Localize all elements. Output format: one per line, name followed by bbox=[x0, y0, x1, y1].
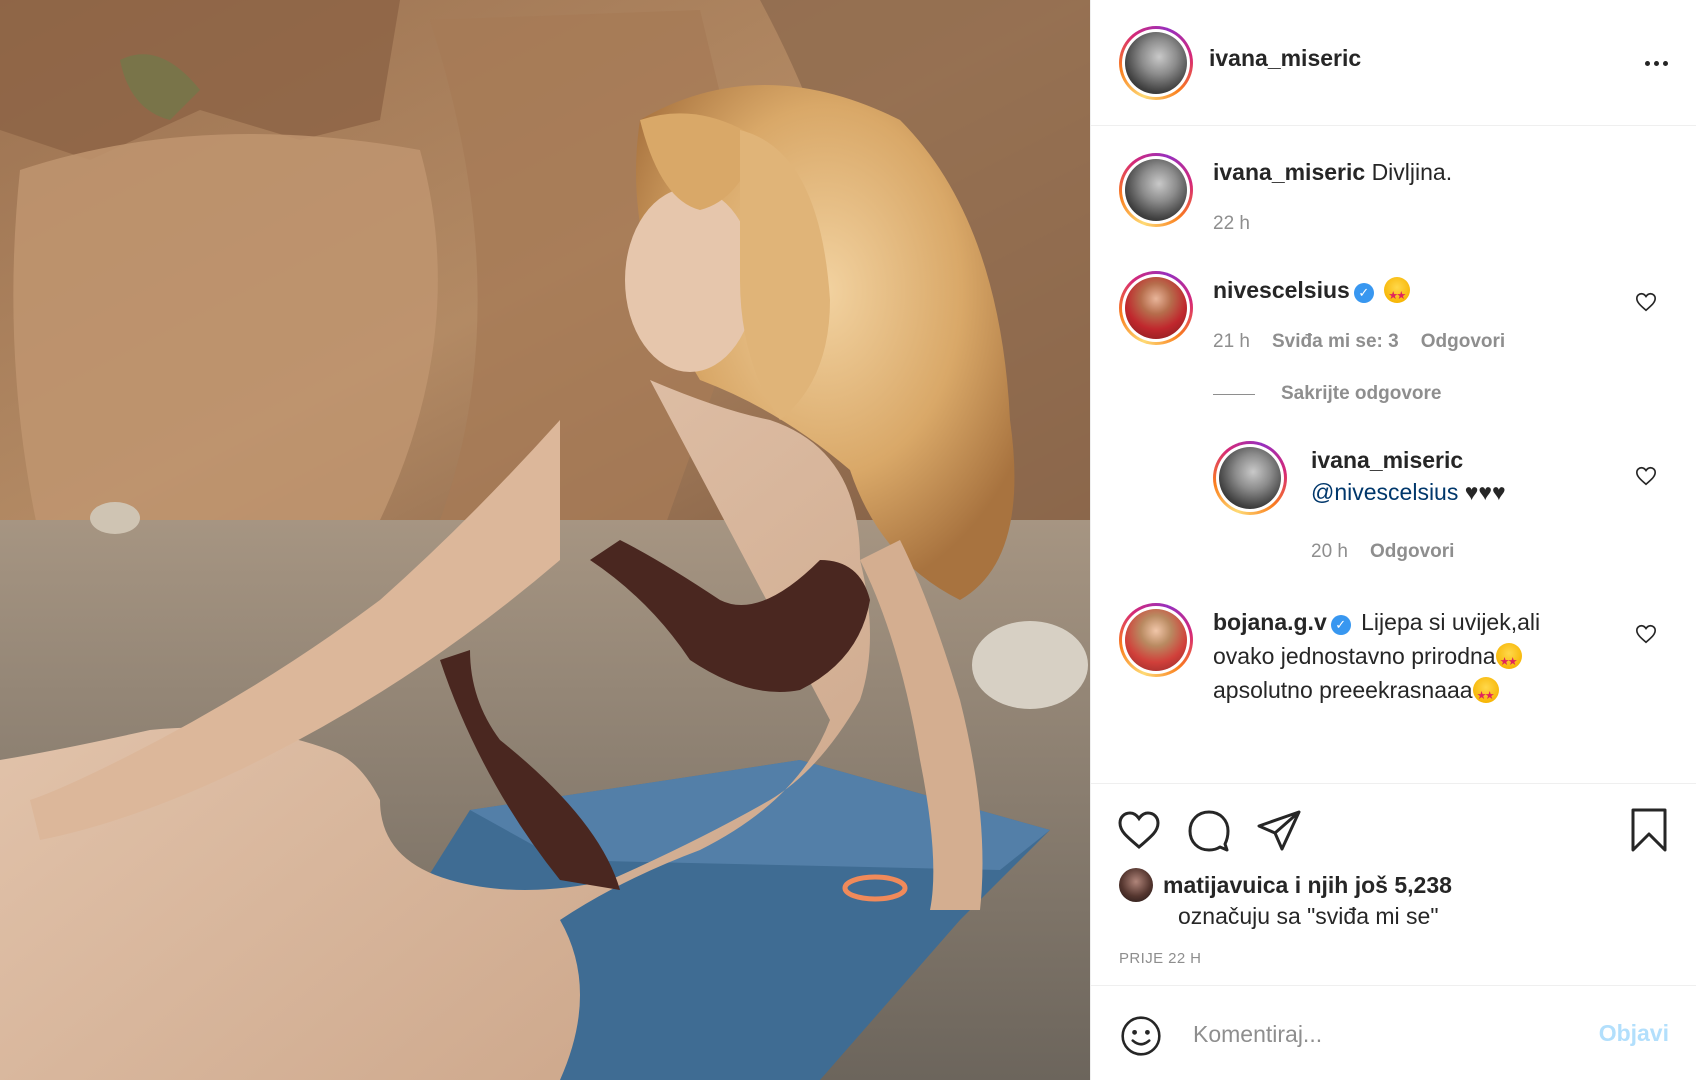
hide-replies-label: Sakrijte odgovore bbox=[1281, 383, 1442, 404]
star-struck-emoji-icon bbox=[1472, 677, 1499, 713]
comment-username[interactable]: bojana.g.v bbox=[1213, 609, 1327, 635]
comment-reply-button[interactable]: Odgovori bbox=[1421, 331, 1505, 353]
verified-badge-icon: ✓ bbox=[1353, 283, 1374, 303]
star-struck-emoji-icon bbox=[1495, 643, 1522, 679]
comment-meta-nivescelsius: 21 h Sviđa mi se: 3 Odgovori bbox=[1213, 331, 1505, 353]
reply-reply-button[interactable]: Odgovori bbox=[1370, 541, 1454, 563]
author-avatar[interactable] bbox=[1119, 26, 1193, 100]
caption-time[interactable]: 22 h bbox=[1213, 213, 1250, 235]
face bbox=[625, 188, 755, 372]
more-horizontal-icon[interactable] bbox=[1641, 48, 1671, 78]
post-photo[interactable] bbox=[0, 0, 1090, 1080]
liker-avatar[interactable] bbox=[1119, 868, 1153, 902]
caption-body: Divljina. bbox=[1371, 159, 1453, 185]
likes-summary: matijavuica i njih još 5,238 bbox=[1119, 868, 1452, 902]
reply-meta: 20 h Odgovori bbox=[1311, 541, 1454, 563]
caption-text: ivana_miseric Divljina. bbox=[1213, 155, 1452, 189]
post-timestamp[interactable]: PRIJE 22 H bbox=[1119, 950, 1201, 967]
comment-username[interactable]: nivescelsius bbox=[1213, 277, 1350, 303]
comment-form: Objavi bbox=[1091, 985, 1696, 1080]
post-image-illustration bbox=[0, 0, 1090, 1080]
smiley-icon[interactable] bbox=[1119, 1014, 1163, 1058]
caption-avatar[interactable] bbox=[1119, 153, 1193, 227]
comment-text-line: apsolutno preeekrasnaaa bbox=[1213, 677, 1473, 703]
comment-time[interactable]: 21 h bbox=[1213, 331, 1250, 353]
comment-like-heart-icon[interactable] bbox=[1635, 291, 1657, 313]
post-comment-button[interactable]: Objavi bbox=[1599, 1020, 1669, 1047]
author-username[interactable]: ivana_miseric bbox=[1209, 45, 1361, 72]
liker-username[interactable]: matijavuica bbox=[1163, 872, 1288, 898]
comment-avatar-bojana[interactable] bbox=[1119, 603, 1193, 677]
caption-username[interactable]: ivana_miseric bbox=[1213, 159, 1365, 185]
reply-avatar[interactable] bbox=[1213, 441, 1287, 515]
comment-input[interactable] bbox=[1193, 1012, 1563, 1056]
verified-badge-icon: ✓ bbox=[1330, 615, 1351, 635]
replies-divider bbox=[1213, 393, 1255, 395]
reply-time[interactable]: 20 h bbox=[1311, 541, 1348, 563]
comment-bubble-icon[interactable] bbox=[1185, 806, 1233, 854]
reply-username[interactable]: ivana_miseric bbox=[1311, 447, 1463, 473]
post-side-panel: ivana_miseric ivana_miseric Divljina. 22… bbox=[1090, 0, 1696, 1080]
reply-username-line: ivana_miseric bbox=[1311, 443, 1463, 477]
likes-suffix: označuju sa "sviđa mi se" bbox=[1178, 903, 1439, 929]
reply-like-heart-icon[interactable] bbox=[1635, 465, 1657, 487]
reply-text: @nivescelsius ♥♥♥ bbox=[1311, 475, 1506, 509]
post-actions: matijavuica i njih još 5,238 označuju sa… bbox=[1091, 783, 1696, 983]
likes-others[interactable]: i njih još 5,238 bbox=[1295, 872, 1452, 898]
bookmark-icon[interactable] bbox=[1625, 806, 1673, 854]
comments-section: ivana_miseric Divljina. 22 h nivescelsiu… bbox=[1091, 127, 1696, 783]
comment-text-line: ovako jednostavno prirodna bbox=[1213, 643, 1496, 669]
comment-likes-count[interactable]: Sviđa mi se: 3 bbox=[1272, 331, 1399, 353]
caption-meta: 22 h bbox=[1213, 213, 1250, 235]
reply-hearts: ♥♥♥ bbox=[1464, 479, 1506, 505]
reply-mention-link[interactable]: @nivescelsius bbox=[1311, 479, 1458, 505]
paper-plane-icon[interactable] bbox=[1255, 806, 1303, 854]
hide-replies-button[interactable]: Sakrijte odgovore bbox=[1213, 383, 1442, 405]
heart-icon[interactable] bbox=[1115, 806, 1163, 854]
star-struck-emoji-icon bbox=[1384, 277, 1411, 313]
comment-bojana: bojana.g.v ✓ Lijepa si uvijek,ali ovako j… bbox=[1213, 605, 1593, 713]
post-header: ivana_miseric bbox=[1091, 0, 1696, 126]
comment-nivescelsius: nivescelsius ✓ bbox=[1213, 273, 1411, 313]
comment-text-line: Lijepa si uvijek,ali bbox=[1361, 609, 1541, 635]
comment-avatar-nivescelsius[interactable] bbox=[1119, 271, 1193, 345]
comment-like-heart-icon[interactable] bbox=[1635, 623, 1657, 645]
